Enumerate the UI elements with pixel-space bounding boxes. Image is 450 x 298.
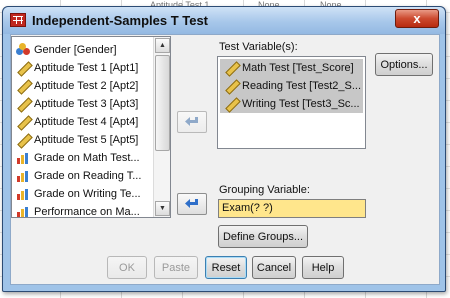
test-variable-item-label: Reading Test [Test2_S...: [242, 80, 362, 92]
scrollbar-thumb[interactable]: [155, 55, 170, 151]
help-button[interactable]: Help: [302, 256, 344, 279]
variable-list-item[interactable]: Performance on Ma...: [12, 203, 153, 217]
close-icon: x: [413, 11, 421, 26]
reset-button[interactable]: Reset: [205, 256, 247, 279]
move-to-test-variables-button[interactable]: [177, 111, 207, 133]
close-button[interactable]: x: [395, 9, 439, 28]
test-variable-item-label: Math Test [Test_Score]: [242, 62, 354, 74]
scroll-down-icon[interactable]: ▼: [155, 201, 170, 216]
options-button-label: Options...: [380, 58, 428, 71]
source-list-scrollbar[interactable]: ▲ ▼: [153, 37, 170, 217]
variable-list-item[interactable]: Grade on Math Test...: [12, 149, 153, 167]
variable-list-item-label: Gender [Gender]: [34, 44, 117, 56]
variable-list-item[interactable]: Aptitude Test 5 [Apt5]: [12, 131, 153, 149]
scroll-up-icon[interactable]: ▲: [155, 38, 170, 53]
ok-button-label: OK: [119, 261, 135, 274]
variable-list-item-label: Aptitude Test 2 [Apt2]: [34, 80, 139, 92]
test-variables-list[interactable]: Math Test [Test_Score] Reading Test [Test…: [217, 56, 366, 149]
scale-variable-icon: [16, 97, 30, 111]
paste-button[interactable]: Paste: [154, 256, 198, 279]
test-variables-label: Test Variable(s):: [219, 41, 298, 53]
scale-variable-icon: [16, 115, 30, 129]
define-groups-button[interactable]: Define Groups...: [218, 225, 308, 248]
ordinal-variable-icon: [16, 169, 30, 183]
variable-list-item[interactable]: Aptitude Test 3 [Apt3]: [12, 95, 153, 113]
dialog-title-bar[interactable]: Independent-Samples T Test x: [3, 7, 445, 34]
scale-variable-icon: [224, 79, 238, 93]
variable-list-item-label: Grade on Math Test...: [34, 152, 140, 164]
variable-list-item-label: Aptitude Test 4 [Apt4]: [34, 116, 139, 128]
scale-variable-icon: [224, 61, 238, 75]
arrow-left-icon: [185, 117, 198, 126]
ordinal-variable-icon: [16, 205, 30, 217]
variable-list-item-label: Aptitude Test 5 [Apt5]: [34, 134, 139, 146]
grouping-variable-label: Grouping Variable:: [219, 184, 310, 196]
ok-button[interactable]: OK: [107, 256, 147, 279]
nominal-variable-icon: [16, 43, 30, 57]
ordinal-variable-icon: [16, 151, 30, 165]
test-variable-item[interactable]: Math Test [Test_Score]: [220, 59, 363, 77]
grouping-variable-field[interactable]: Exam(? ?): [218, 199, 366, 218]
variable-list-item-label: Grade on Writing Te...: [34, 188, 141, 200]
test-variable-item[interactable]: Writing Test [Test3_Sc...: [220, 95, 363, 113]
reset-button-label: Reset: [211, 261, 241, 274]
variable-list-item-label: Grade on Reading T...: [34, 170, 142, 182]
variable-list-item-label: Aptitude Test 1 [Apt1]: [34, 62, 139, 74]
variable-list-item[interactable]: Grade on Reading T...: [12, 167, 153, 185]
scale-variable-icon: [16, 79, 30, 93]
scale-variable-icon: [16, 133, 30, 147]
move-to-grouping-variable-button[interactable]: [177, 193, 207, 215]
variable-list-item[interactable]: Aptitude Test 4 [Apt4]: [12, 113, 153, 131]
spss-app-icon: [10, 13, 26, 27]
variable-list-item-label: Performance on Ma...: [34, 206, 140, 217]
cancel-button-label: Cancel: [256, 261, 292, 274]
test-variable-item-label: Writing Test [Test3_Sc...: [242, 98, 360, 110]
dialog-title: Independent-Samples T Test: [32, 13, 209, 28]
variable-list-item[interactable]: Grade on Writing Te...: [12, 185, 153, 203]
help-button-label: Help: [311, 261, 335, 274]
define-groups-button-label: Define Groups...: [222, 230, 304, 243]
grouping-variable-label-text: Grouping Variable:: [219, 184, 310, 196]
variable-list-item-label: Aptitude Test 3 [Apt3]: [34, 98, 139, 110]
options-button[interactable]: Options...: [375, 53, 433, 76]
scale-variable-icon: [16, 61, 30, 75]
source-variable-list[interactable]: Gender [Gender] Aptitude Test 1 [Apt1] Apt…: [11, 36, 171, 218]
test-variable-item[interactable]: Reading Test [Test2_S...: [220, 77, 363, 95]
variable-list-item[interactable]: Aptitude Test 1 [Apt1]: [12, 59, 153, 77]
source-variable-items: Gender [Gender] Aptitude Test 1 [Apt1] Apt…: [12, 37, 153, 217]
scale-variable-icon: [224, 97, 238, 111]
ordinal-variable-icon: [16, 187, 30, 201]
test-variables-label-text: Test Variable(s):: [219, 41, 298, 53]
cancel-button[interactable]: Cancel: [252, 256, 296, 279]
arrow-left-icon: [185, 199, 198, 208]
variable-list-item[interactable]: Aptitude Test 2 [Apt2]: [12, 77, 153, 95]
variable-list-item[interactable]: Gender [Gender]: [12, 41, 153, 59]
paste-button-label: Paste: [161, 261, 191, 274]
